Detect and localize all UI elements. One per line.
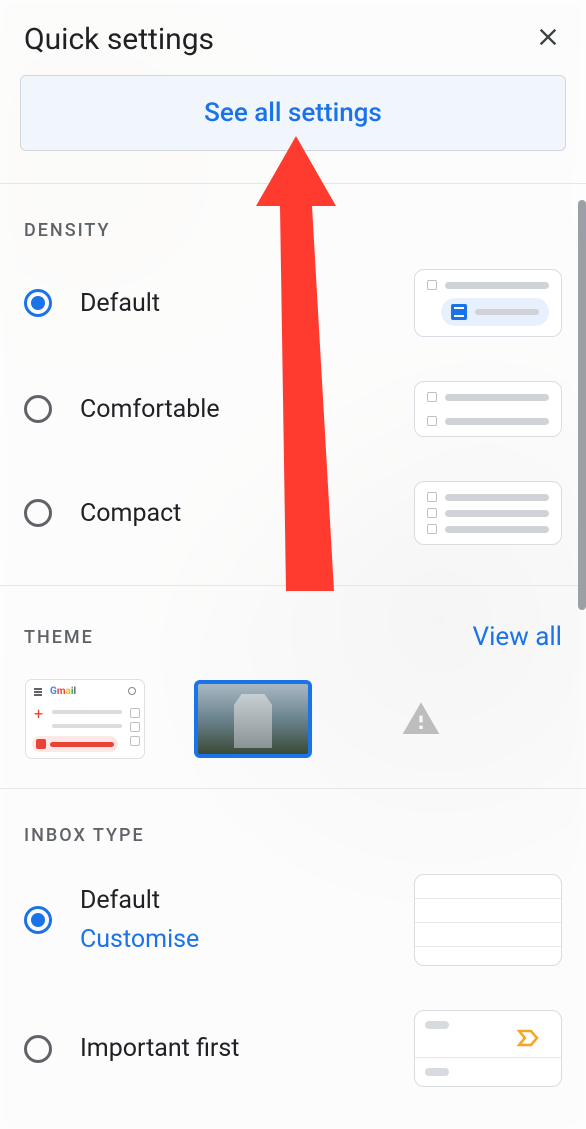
radio-unselected-icon <box>24 395 52 423</box>
inbox-option-default[interactable]: Default Customise <box>24 874 562 966</box>
close-icon <box>534 23 562 51</box>
compose-plus-icon: + <box>34 706 43 722</box>
radio-unselected-icon <box>24 1035 52 1063</box>
density-preview-comfortable <box>414 381 562 437</box>
close-button[interactable] <box>534 23 562 57</box>
quick-settings-panel: Quick settings See all settings DENSITY … <box>0 0 586 1129</box>
search-icon <box>128 687 136 695</box>
warning-triangle-icon <box>401 699 441 739</box>
density-title: DENSITY <box>24 220 562 241</box>
theme-thumb-high-contrast[interactable] <box>362 680 480 758</box>
inbox-preview-important <box>414 1010 562 1087</box>
density-label: Comfortable <box>80 395 386 424</box>
density-label: Compact <box>80 499 386 528</box>
scrollbar[interactable] <box>578 200 586 610</box>
mail-item-icon <box>451 304 467 320</box>
radio-selected-icon <box>24 906 52 934</box>
theme-section: THEME View all Gmail + <box>0 585 586 788</box>
header: Quick settings <box>0 0 586 75</box>
see-all-settings-button[interactable]: See all settings <box>20 75 566 151</box>
theme-thumb-photo[interactable] <box>194 680 312 758</box>
inbox-option-important-first[interactable]: Important first <box>24 1010 562 1087</box>
density-preview-compact <box>414 481 562 545</box>
theme-title: THEME <box>24 627 94 648</box>
radio-unselected-icon <box>24 499 52 527</box>
density-label: Default <box>80 289 386 318</box>
panel-title: Quick settings <box>24 22 214 57</box>
customise-link[interactable]: Customise <box>80 925 386 954</box>
theme-thumb-gmail-default[interactable]: Gmail + <box>26 680 144 758</box>
radio-selected-icon <box>24 289 52 317</box>
importance-marker-icon <box>517 1029 541 1047</box>
theme-view-all-link[interactable]: View all <box>473 622 562 652</box>
density-section: DENSITY Default Comfortable Compact <box>0 183 586 585</box>
inbox-label: Default <box>80 886 386 915</box>
density-option-comfortable[interactable]: Comfortable <box>24 381 562 437</box>
density-option-compact[interactable]: Compact <box>24 481 562 545</box>
hamburger-icon <box>34 688 42 690</box>
inbox-type-section: INBOX TYPE Default Customise Important f… <box>0 788 586 1087</box>
density-preview-default <box>414 269 562 337</box>
inbox-label: Important first <box>80 1034 386 1063</box>
inbox-type-title: INBOX TYPE <box>24 825 562 846</box>
gmail-logo-icon: Gmail <box>50 686 76 697</box>
inbox-preview-default <box>414 874 562 966</box>
density-option-default[interactable]: Default <box>24 269 562 337</box>
